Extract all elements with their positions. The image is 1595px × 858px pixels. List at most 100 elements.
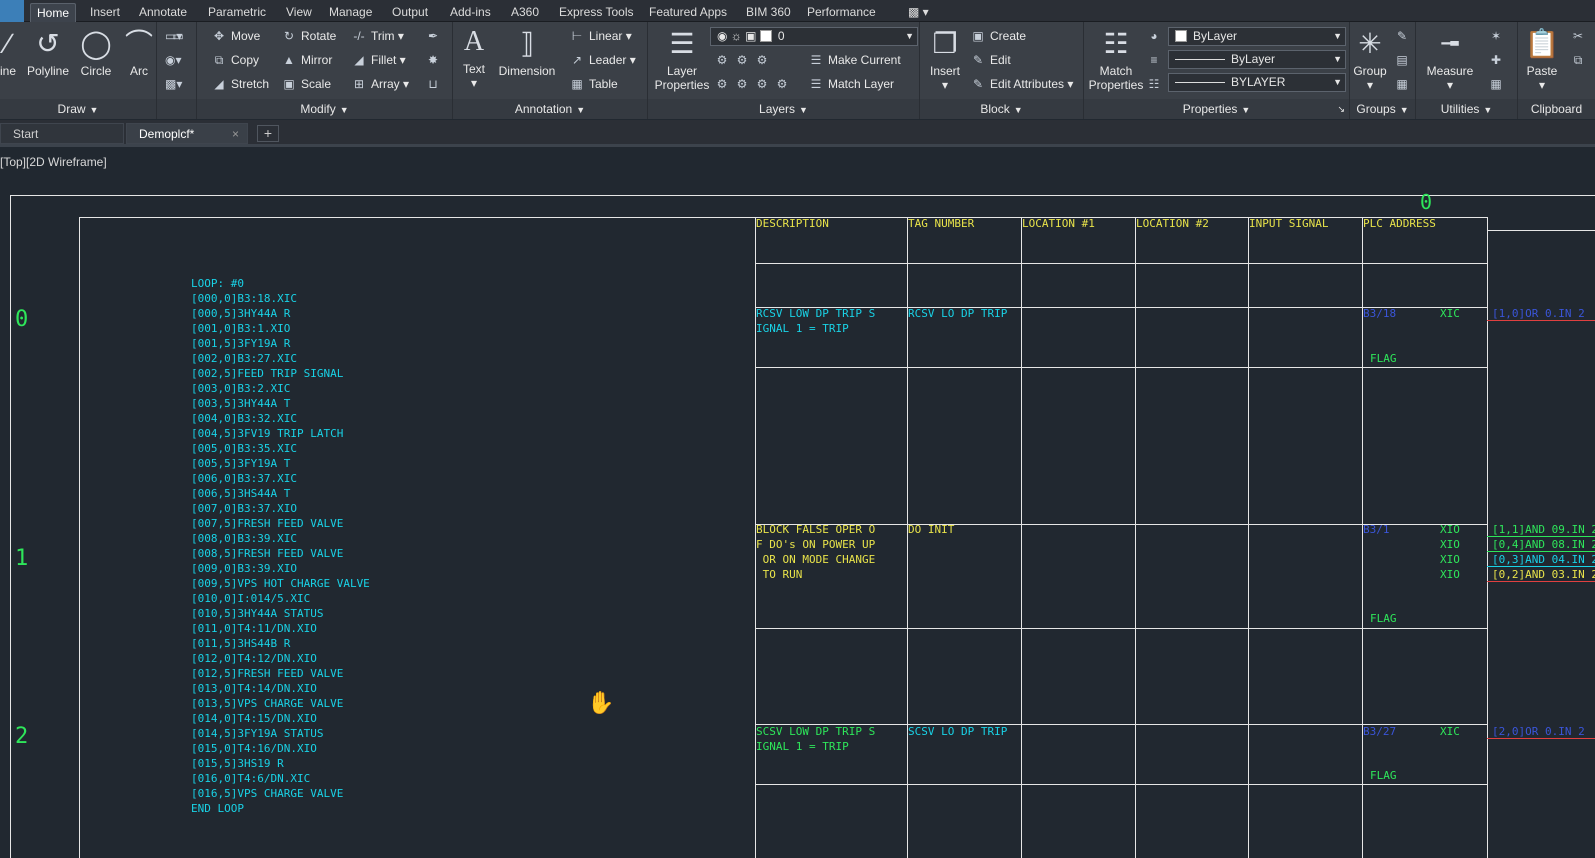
tab-express-tools[interactable]: Express Tools [553, 3, 639, 22]
draw-panel-title[interactable]: Draw ▼ [0, 99, 156, 119]
doc-tab-demoplcf[interactable]: Demoplcf* × [126, 123, 248, 144]
tab-bim360[interactable]: BIM 360 [740, 3, 797, 22]
copy-clip-button[interactable]: ⧉ [1570, 52, 1590, 68]
table-icon: ▦ [571, 77, 583, 91]
loop-line: [005,5]3FY19A T [191, 457, 291, 470]
block-panel-title[interactable]: Block ▼ [920, 99, 1083, 119]
scale-button[interactable]: ▣ Scale [281, 76, 331, 92]
match-properties-button[interactable]: ☷ Match Properties [1088, 28, 1144, 92]
doc-tab-start[interactable]: Start [0, 123, 124, 144]
arc-button[interactable]: ⌒ Arc [124, 28, 154, 78]
layer-tools-row1[interactable]: ⚙ ⚙ ⚙ [714, 52, 774, 68]
tab-output[interactable]: Output [386, 3, 434, 22]
lineweight-dropdown[interactable]: BYLAYER ▼ [1168, 73, 1346, 92]
group-edit-icon: ▤ [1396, 53, 1408, 67]
tab-a360[interactable]: A360 [505, 3, 545, 22]
draw-panel: ∕ ine ↺ Polyline ◯ Circle ⌒ Arc ▭ Draw ▼ [0, 22, 184, 119]
dimension-button[interactable]: ⟧ Dimension [495, 28, 559, 78]
copy-button[interactable]: ⧉ Copy [211, 52, 259, 68]
tab-performance[interactable]: Performance [801, 3, 882, 22]
annotation-panel-title[interactable]: Annotation ▼ [453, 99, 647, 119]
cut-button[interactable]: ✂ [1570, 28, 1590, 44]
color-dropdown[interactable]: ByLayer ▼ [1168, 27, 1346, 46]
make-current-button[interactable]: ☰ Make Current [808, 52, 901, 68]
paste-button[interactable]: 📋 Paste ▾ [1520, 28, 1564, 92]
group-select-button[interactable]: ▦ [1394, 76, 1414, 92]
table-button[interactable]: ▦ Table [569, 76, 617, 92]
tab-insert[interactable]: Insert [84, 3, 126, 22]
tab-home[interactable]: Home [30, 3, 77, 22]
close-tab-icon[interactable]: × [232, 124, 239, 145]
groups-panel-title[interactable]: Groups ▼ [1350, 99, 1415, 119]
tab-manage[interactable]: Manage [323, 3, 378, 22]
app-menu-button[interactable] [0, 0, 24, 22]
util-tool-3[interactable]: ▦ [1488, 76, 1508, 92]
layers-panel-title[interactable]: Layers ▼ [648, 99, 919, 119]
modify-panel-title[interactable]: Modify ▼ [197, 99, 452, 119]
loop-line: [010,0]I:014/5.XIC [191, 592, 311, 605]
rung-number-1: 1 [15, 546, 29, 571]
hatch-tool[interactable]: ◉▾ [165, 52, 185, 68]
utilities-panel-title[interactable]: Utilities ▼ [1416, 99, 1517, 119]
new-tab-button[interactable]: + [257, 125, 279, 142]
row-output-ref: [1,1]AND 09.IN 2 [1492, 523, 1595, 536]
mirror-icon: ▲ [283, 53, 295, 67]
match-layer-button[interactable]: ☰ Match Layer [808, 76, 894, 92]
trim-button[interactable]: -/- Trim ▾ [351, 28, 404, 44]
row-description: SCSV LOW DP TRIP S IGNAL 1 = TRIP [756, 725, 876, 753]
linear-button[interactable]: ⊢ Linear ▾ [569, 28, 632, 44]
properties-panel: ☷ Match Properties ◕ ≡ ☷ ByLayer ▼ ByLayer ▼… [1084, 22, 1350, 119]
ungroup-button[interactable]: ✎ [1394, 28, 1414, 44]
dimension-icon: ⟧ [520, 28, 534, 59]
move-button[interactable]: ✥ Move [211, 28, 260, 44]
layer-properties-button[interactable]: ☰ Layer Properties [654, 28, 710, 92]
layer-dropdown[interactable]: ◉ ☼ ▣ 0 ▼ [710, 27, 918, 46]
array-button[interactable]: ⊞ Array ▾ [351, 76, 409, 92]
panel-launcher-icon[interactable]: ↘ [1337, 99, 1345, 119]
mirror-button[interactable]: ▲ Mirror [281, 52, 332, 68]
viewport-label[interactable]: [Top][2D Wireframe] [0, 155, 107, 169]
edit-attributes-button[interactable]: ✎ Edit Attributes ▾ [970, 76, 1073, 92]
edit-block-button[interactable]: ✎ Edit [970, 52, 1011, 68]
tab-featured-apps[interactable]: Featured Apps [643, 3, 733, 22]
row-output-ref: [0,3]AND 04.IN 2 [1492, 553, 1595, 566]
group-button[interactable]: ✳ Group ▾ [1350, 28, 1390, 92]
rectangle-tool[interactable]: ▭▾ [165, 28, 185, 44]
column-header: DESCRIPTION [756, 217, 829, 230]
text-button[interactable]: A Text ▾ [457, 26, 491, 90]
loop-line: [007,5]FRESH FEED VALVE [191, 517, 344, 530]
util-tool-1[interactable]: ✶ [1488, 28, 1508, 44]
loop-line: [015,0]T4:16/DN.XIO [191, 742, 317, 755]
explode-button[interactable]: ✸ [425, 52, 445, 68]
circle-button[interactable]: ◯ Circle [76, 28, 116, 78]
edit-attributes-icon: ✎ [972, 77, 984, 91]
region-tool[interactable]: ▩▾ [165, 76, 185, 92]
tab-addins[interactable]: Add-ins [444, 3, 497, 22]
tab-view[interactable]: View [280, 3, 318, 22]
measure-button[interactable]: ╼ Measure ▾ [1420, 28, 1480, 92]
tab-parametric[interactable]: Parametric [202, 3, 272, 22]
camera-toggle-icon[interactable]: ▩ ▾ [902, 3, 935, 22]
create-block-icon: ▣ [972, 29, 984, 43]
output-wire [1487, 738, 1595, 739]
rotate-button[interactable]: ↻ Rotate [281, 28, 336, 44]
explode-icon: ✸ [427, 53, 439, 67]
util-tool-2[interactable]: ✚ [1488, 52, 1508, 68]
tab-annotate[interactable]: Annotate [133, 3, 193, 22]
erase-button[interactable]: ✒ [425, 28, 445, 44]
linetype-dropdown[interactable]: ByLayer ▼ [1168, 50, 1346, 69]
quick-select-icon: ✶ [1490, 29, 1502, 43]
group-edit-button[interactable]: ▤ [1394, 52, 1414, 68]
leader-button[interactable]: ↗ Leader ▾ [569, 52, 636, 68]
offset-button[interactable]: ⊔ [425, 76, 445, 92]
drawing-canvas[interactable]: [Top][2D Wireframe] 0 0 1 2 LOOP: #0 [000… [0, 150, 1595, 858]
stretch-button[interactable]: ◢ Stretch [211, 76, 269, 92]
layer-tools-row2[interactable]: ⚙ ⚙ ⚙ ⚙ [714, 76, 794, 92]
fillet-button[interactable]: ◢ Fillet ▾ [351, 52, 405, 68]
line-button[interactable]: ∕ ine [0, 28, 20, 78]
create-block-button[interactable]: ▣ Create [970, 28, 1026, 44]
row-output-ref: [0,2]AND 03.IN 2 [1492, 568, 1595, 581]
properties-panel-title[interactable]: Properties ▼ ↘ [1084, 99, 1349, 119]
polyline-button[interactable]: ↺ Polyline [24, 28, 72, 78]
insert-button[interactable]: ❐ Insert ▾ [924, 28, 966, 92]
